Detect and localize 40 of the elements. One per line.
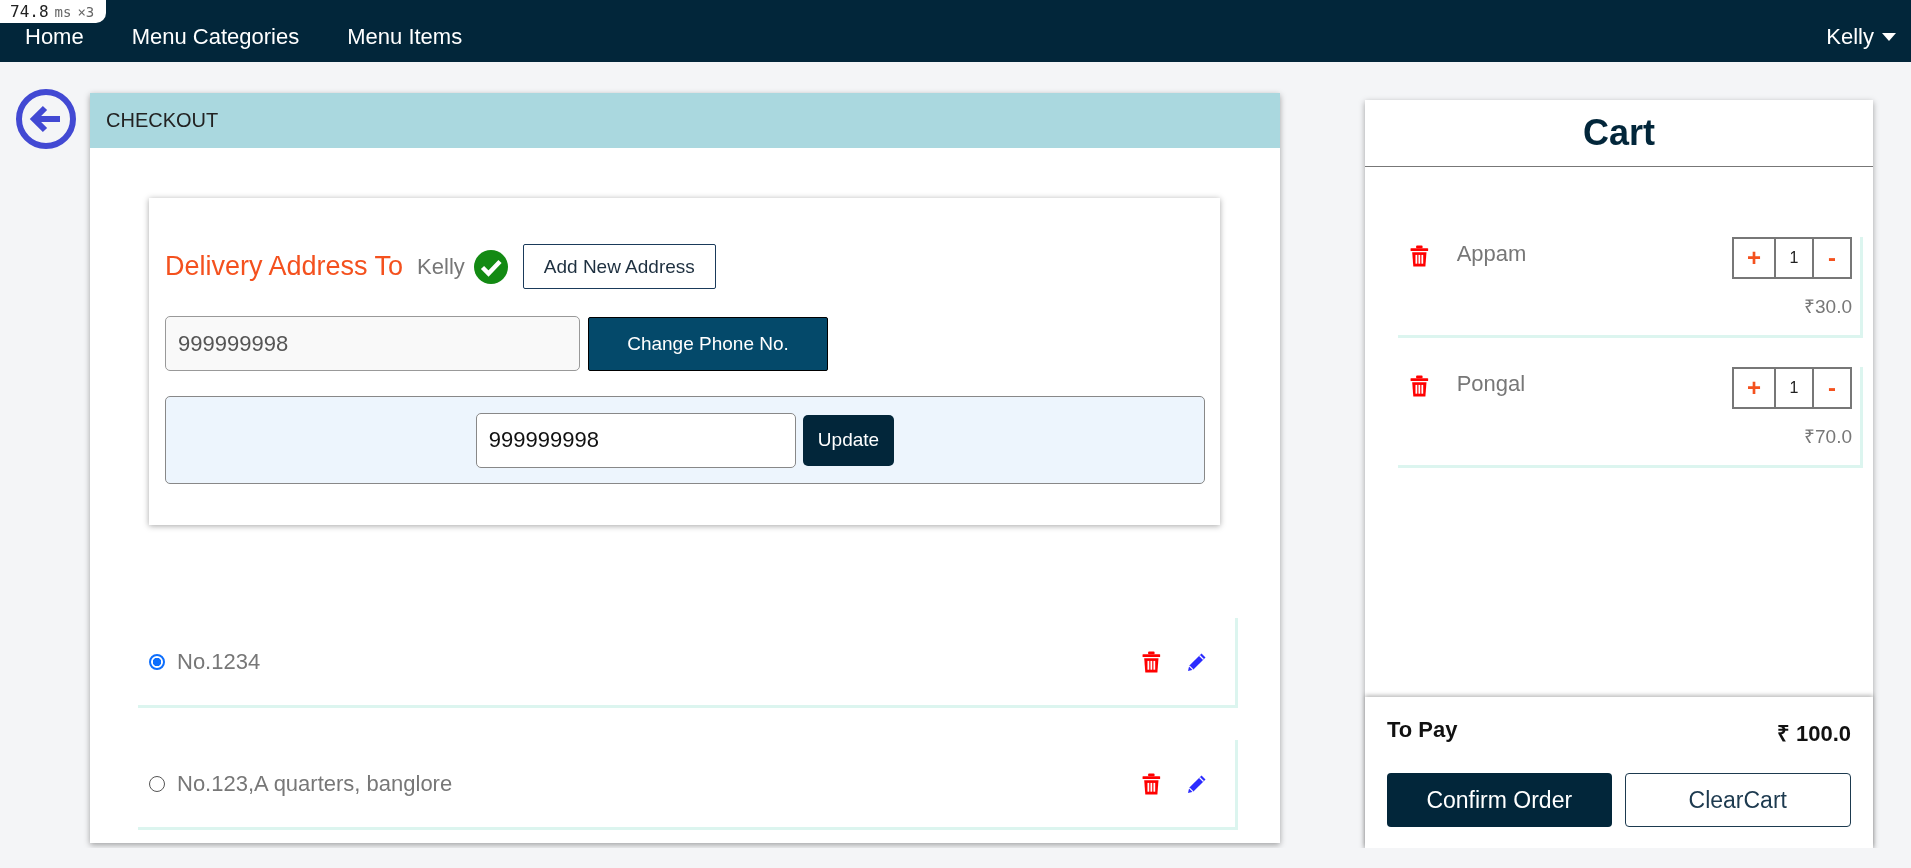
radio-button[interactable] — [149, 775, 165, 792]
caret-icon — [1882, 33, 1896, 41]
radio-button[interactable] — [149, 653, 165, 670]
address-text: No.123,A quarters, banglore — [177, 770, 453, 797]
trash-icon — [1410, 375, 1429, 397]
add-address-button[interactable]: Add New Address — [522, 244, 716, 289]
nav-link[interactable]: Menu Items — [347, 24, 463, 50]
remove-button[interactable] — [1410, 245, 1429, 267]
remove-button[interactable] — [1410, 375, 1429, 397]
perf-count: ×3 — [77, 4, 95, 19]
user-menu[interactable]: Kelly — [1826, 24, 1896, 50]
delete-button[interactable] — [1142, 650, 1161, 673]
trash-icon — [1142, 772, 1161, 795]
phone-field[interactable]: 999999998 — [165, 316, 580, 371]
change-phone-button[interactable]: Change Phone No. — [588, 316, 828, 371]
item-name: Pongal — [1456, 371, 1526, 397]
delete-button[interactable] — [1142, 772, 1161, 795]
perf-unit: ms — [54, 4, 72, 19]
item-name: Appam — [1456, 241, 1527, 267]
nav-link[interactable]: Menu Categories — [131, 24, 300, 50]
item-price: ₹70.0 — [1804, 425, 1852, 449]
perf-value: 74.8 — [10, 3, 49, 20]
item-price: ₹30.0 — [1804, 295, 1852, 319]
trash-icon — [1410, 245, 1429, 267]
trash-icon — [1142, 650, 1161, 673]
address-row[interactable]: No.1234 — [138, 618, 1238, 708]
clear-cart-button[interactable]: ClearCart — [1624, 773, 1851, 827]
new-phone-field[interactable]: 999999998 — [475, 412, 796, 468]
to-pay-label: To Pay — [1387, 717, 1458, 744]
nav-link[interactable]: Home — [25, 24, 84, 50]
customer-name: Kelly — [417, 253, 465, 280]
back-button[interactable] — [15, 88, 77, 150]
confirm-order-button[interactable]: Confirm Order — [1387, 773, 1612, 827]
panel-title: CHECKOUT — [90, 93, 1280, 148]
delivery-heading: Delivery Address To — [165, 251, 404, 282]
cart-title: Cart — [1365, 100, 1873, 167]
total-amount: ₹ 100.0 — [1776, 720, 1851, 747]
address-text: No.1234 — [177, 648, 261, 675]
address-row[interactable]: No.123,A quarters, banglore — [138, 740, 1238, 830]
update-button[interactable]: Update — [802, 414, 895, 466]
